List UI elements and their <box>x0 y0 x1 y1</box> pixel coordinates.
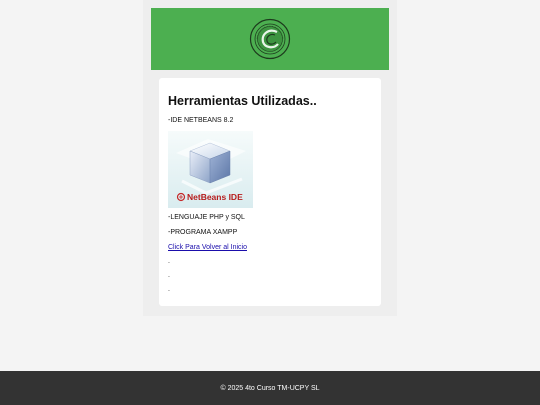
institution-seal-icon <box>249 18 291 60</box>
tool-item-xampp: -PROGRAMA XAMPP <box>168 229 238 236</box>
spacer-dot: . <box>168 272 170 279</box>
netbeans-image: NetBeans IDE <box>168 131 253 208</box>
footer-copyright: © 2025 4to Curso TM-UCPY SL <box>220 384 320 392</box>
spacer-dot: . <box>168 258 170 265</box>
tool-item-language: -LENGUAJE PHP y SQL <box>168 214 245 221</box>
spacer-dot: . <box>168 286 170 293</box>
header-banner <box>151 8 389 70</box>
tool-item-ide: -IDE NETBEANS 8.2 <box>168 117 234 124</box>
content-card: Herramientas Utilizadas.. -IDE NETBEANS … <box>159 78 381 306</box>
back-to-home-link[interactable]: Click Para Volver al Inicio <box>168 244 247 251</box>
netbeans-logo-text: NetBeans IDE <box>187 192 243 202</box>
page-footer: © 2025 4to Curso TM-UCPY SL <box>0 371 540 405</box>
page-title: Herramientas Utilizadas.. <box>168 94 317 108</box>
